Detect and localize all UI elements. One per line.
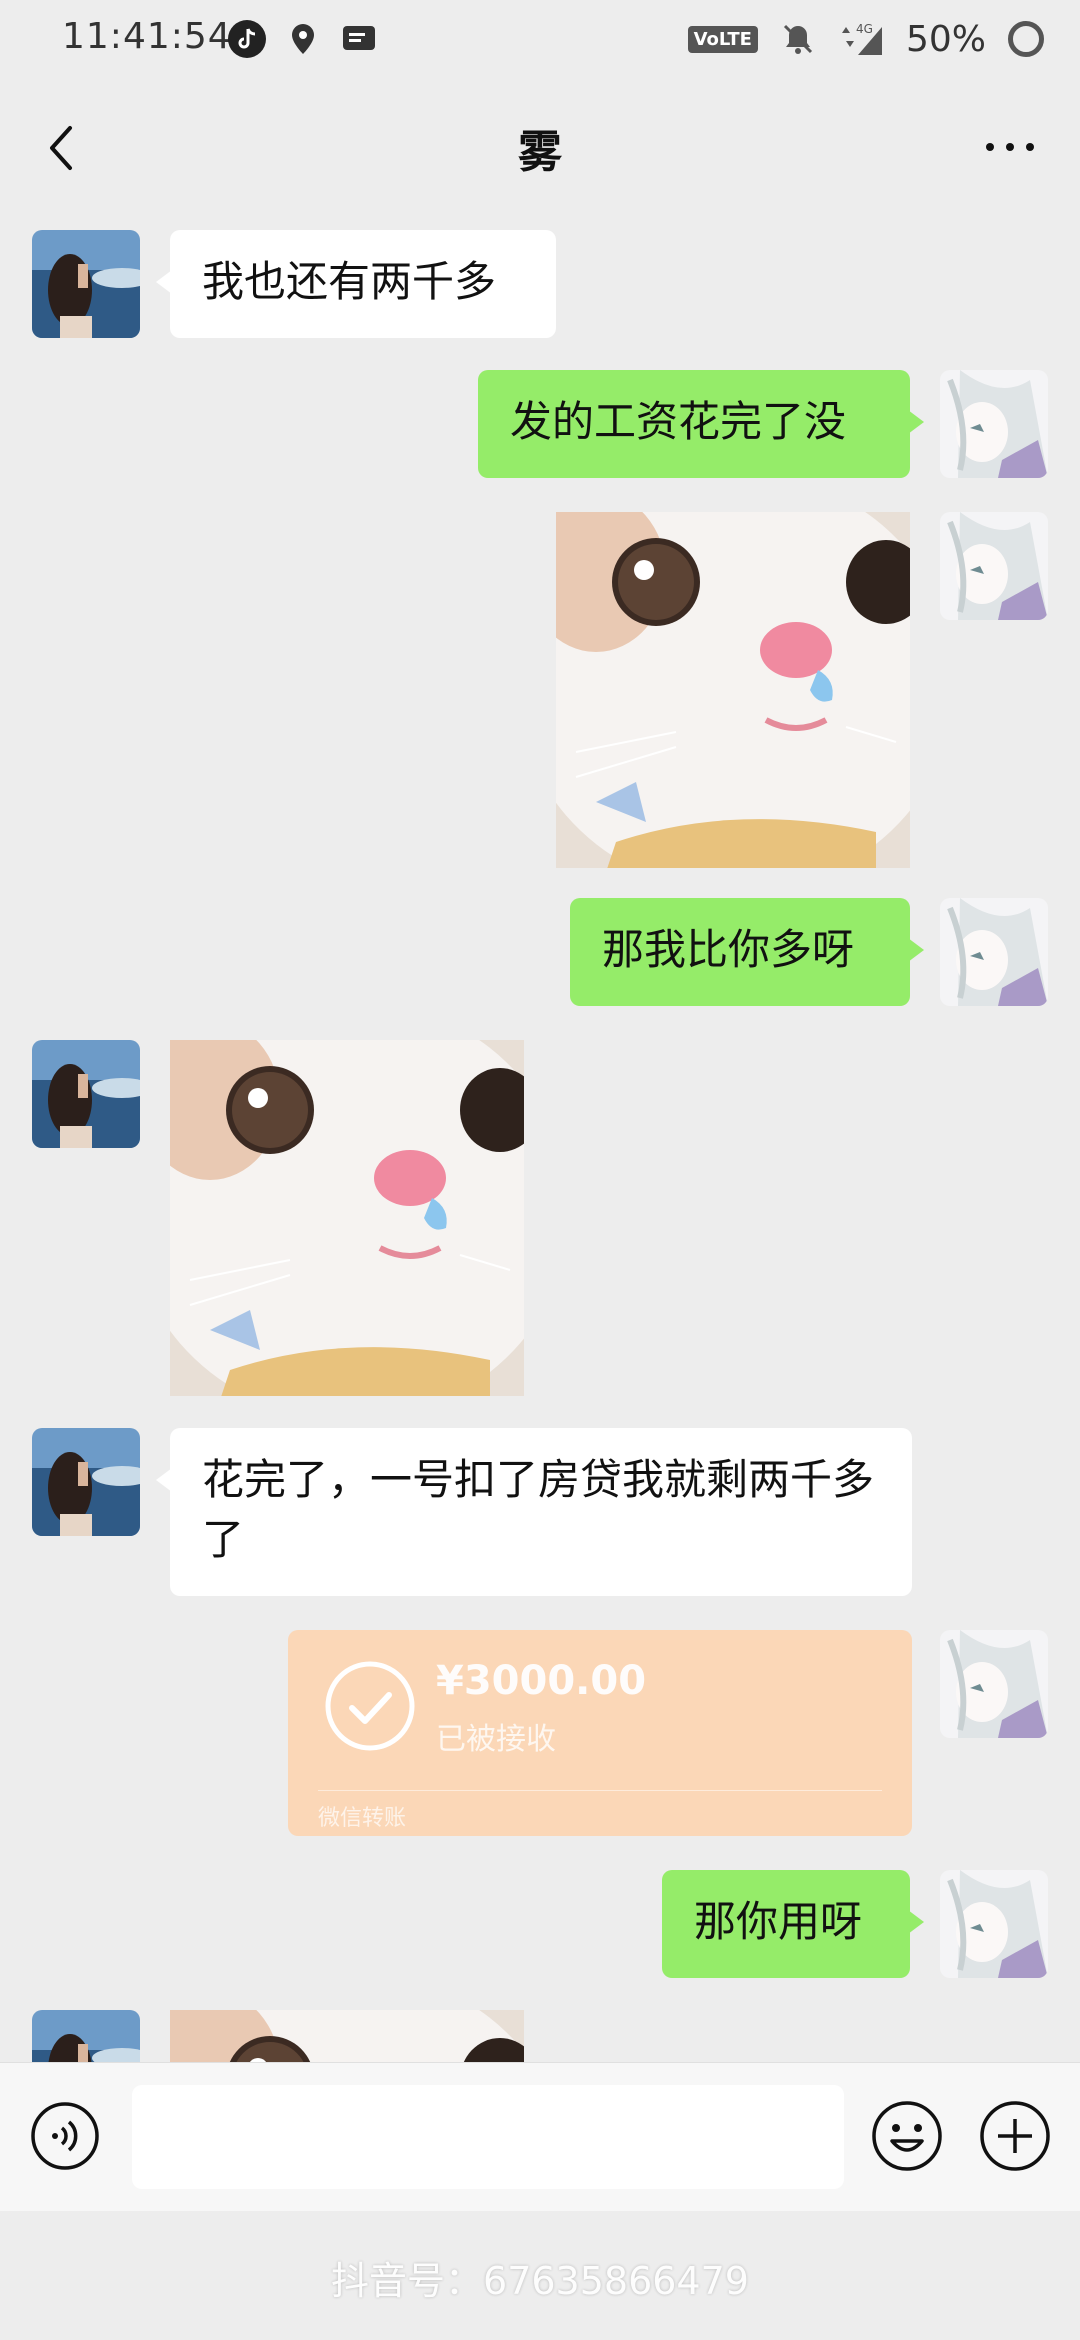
- message-input[interactable]: [132, 2085, 844, 2189]
- battery-icon: [1008, 21, 1044, 57]
- message-bubble[interactable]: 花完了，一号扣了房贷我就剩两千多了: [156, 1428, 912, 1596]
- sticker-image[interactable]: [170, 1040, 524, 1396]
- avatar[interactable]: [32, 230, 140, 338]
- tiktok-icon: [228, 20, 266, 58]
- watermark: 抖音号：67635866479: [331, 2259, 749, 2303]
- battery-percent: 50%: [905, 18, 986, 60]
- avatar[interactable]: [940, 898, 1048, 1006]
- sticker-image[interactable]: [170, 2010, 524, 2062]
- transfer-card[interactable]: ¥3000.00 已被接收 微信转账: [288, 1630, 912, 1836]
- message-bubble[interactable]: 那你用呀: [662, 1870, 924, 1978]
- mute-icon: [783, 24, 813, 54]
- transfer-footer: 微信转账: [318, 1806, 407, 1831]
- chat-title: 雾: [518, 127, 562, 178]
- check-circle-icon: [325, 1661, 415, 1751]
- network-type: 4G: [856, 22, 873, 36]
- voice-icon[interactable]: [30, 2101, 100, 2171]
- transfer-divider: [318, 1790, 882, 1791]
- chat-header: 雾: [0, 80, 1080, 210]
- avatar[interactable]: [940, 1630, 1048, 1738]
- plus-icon[interactable]: [978, 2099, 1052, 2173]
- avatar[interactable]: [940, 512, 1048, 620]
- signal-icon: 4G: [841, 22, 882, 55]
- status-right-group: VoLTE 4G 50%: [687, 14, 1044, 64]
- sticker-image[interactable]: [556, 512, 910, 868]
- status-bar: 11:41:54 VoLTE 4G 50%: [0, 0, 1080, 80]
- emoji-icon[interactable]: [870, 2099, 944, 2173]
- avatar[interactable]: [940, 370, 1048, 478]
- more-icon[interactable]: [980, 122, 1040, 172]
- transfer-amount: ¥3000.00: [436, 1658, 647, 1704]
- status-time: 11:41:54: [62, 16, 232, 57]
- transfer-status: 已被接收: [436, 1722, 556, 1757]
- message-bubble[interactable]: 发的工资花完了没: [478, 370, 924, 478]
- avatar[interactable]: [32, 1428, 140, 1536]
- avatar[interactable]: [32, 2010, 140, 2062]
- input-bar: [0, 2062, 1080, 2211]
- message-bubble[interactable]: 那我比你多呀: [570, 898, 924, 1006]
- message-bubble[interactable]: 我也还有两千多: [156, 230, 556, 338]
- message-partial: [0, 2010, 1080, 2062]
- location-icon: [292, 24, 314, 54]
- volte-badge: VoLTE: [687, 25, 758, 53]
- message-notification-icon: [343, 26, 375, 50]
- avatar[interactable]: [32, 1040, 140, 1148]
- avatar[interactable]: [940, 1870, 1048, 1978]
